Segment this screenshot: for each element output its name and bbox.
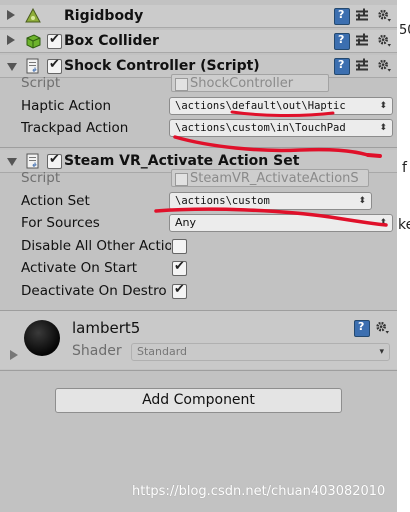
red-annotation-layer [154,110,388,227]
annotation-underline [230,110,335,118]
annotation-underline [173,135,370,157]
annotation-underline [154,207,388,227]
annotation-underline [366,153,382,158]
